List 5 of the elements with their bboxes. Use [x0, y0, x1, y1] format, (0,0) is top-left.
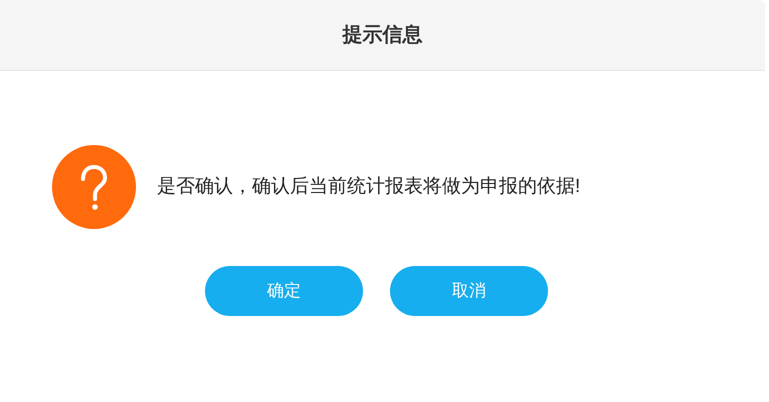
dialog-title: 提示信息	[342, 23, 422, 48]
confirm-message: 是否确认，确认后当前统计报表将做为申报的依据!	[157, 174, 580, 199]
question-icon	[52, 145, 136, 229]
dialog-button[interactable]: 确定	[205, 266, 363, 316]
dialog-button[interactable]: 取消	[390, 266, 548, 316]
